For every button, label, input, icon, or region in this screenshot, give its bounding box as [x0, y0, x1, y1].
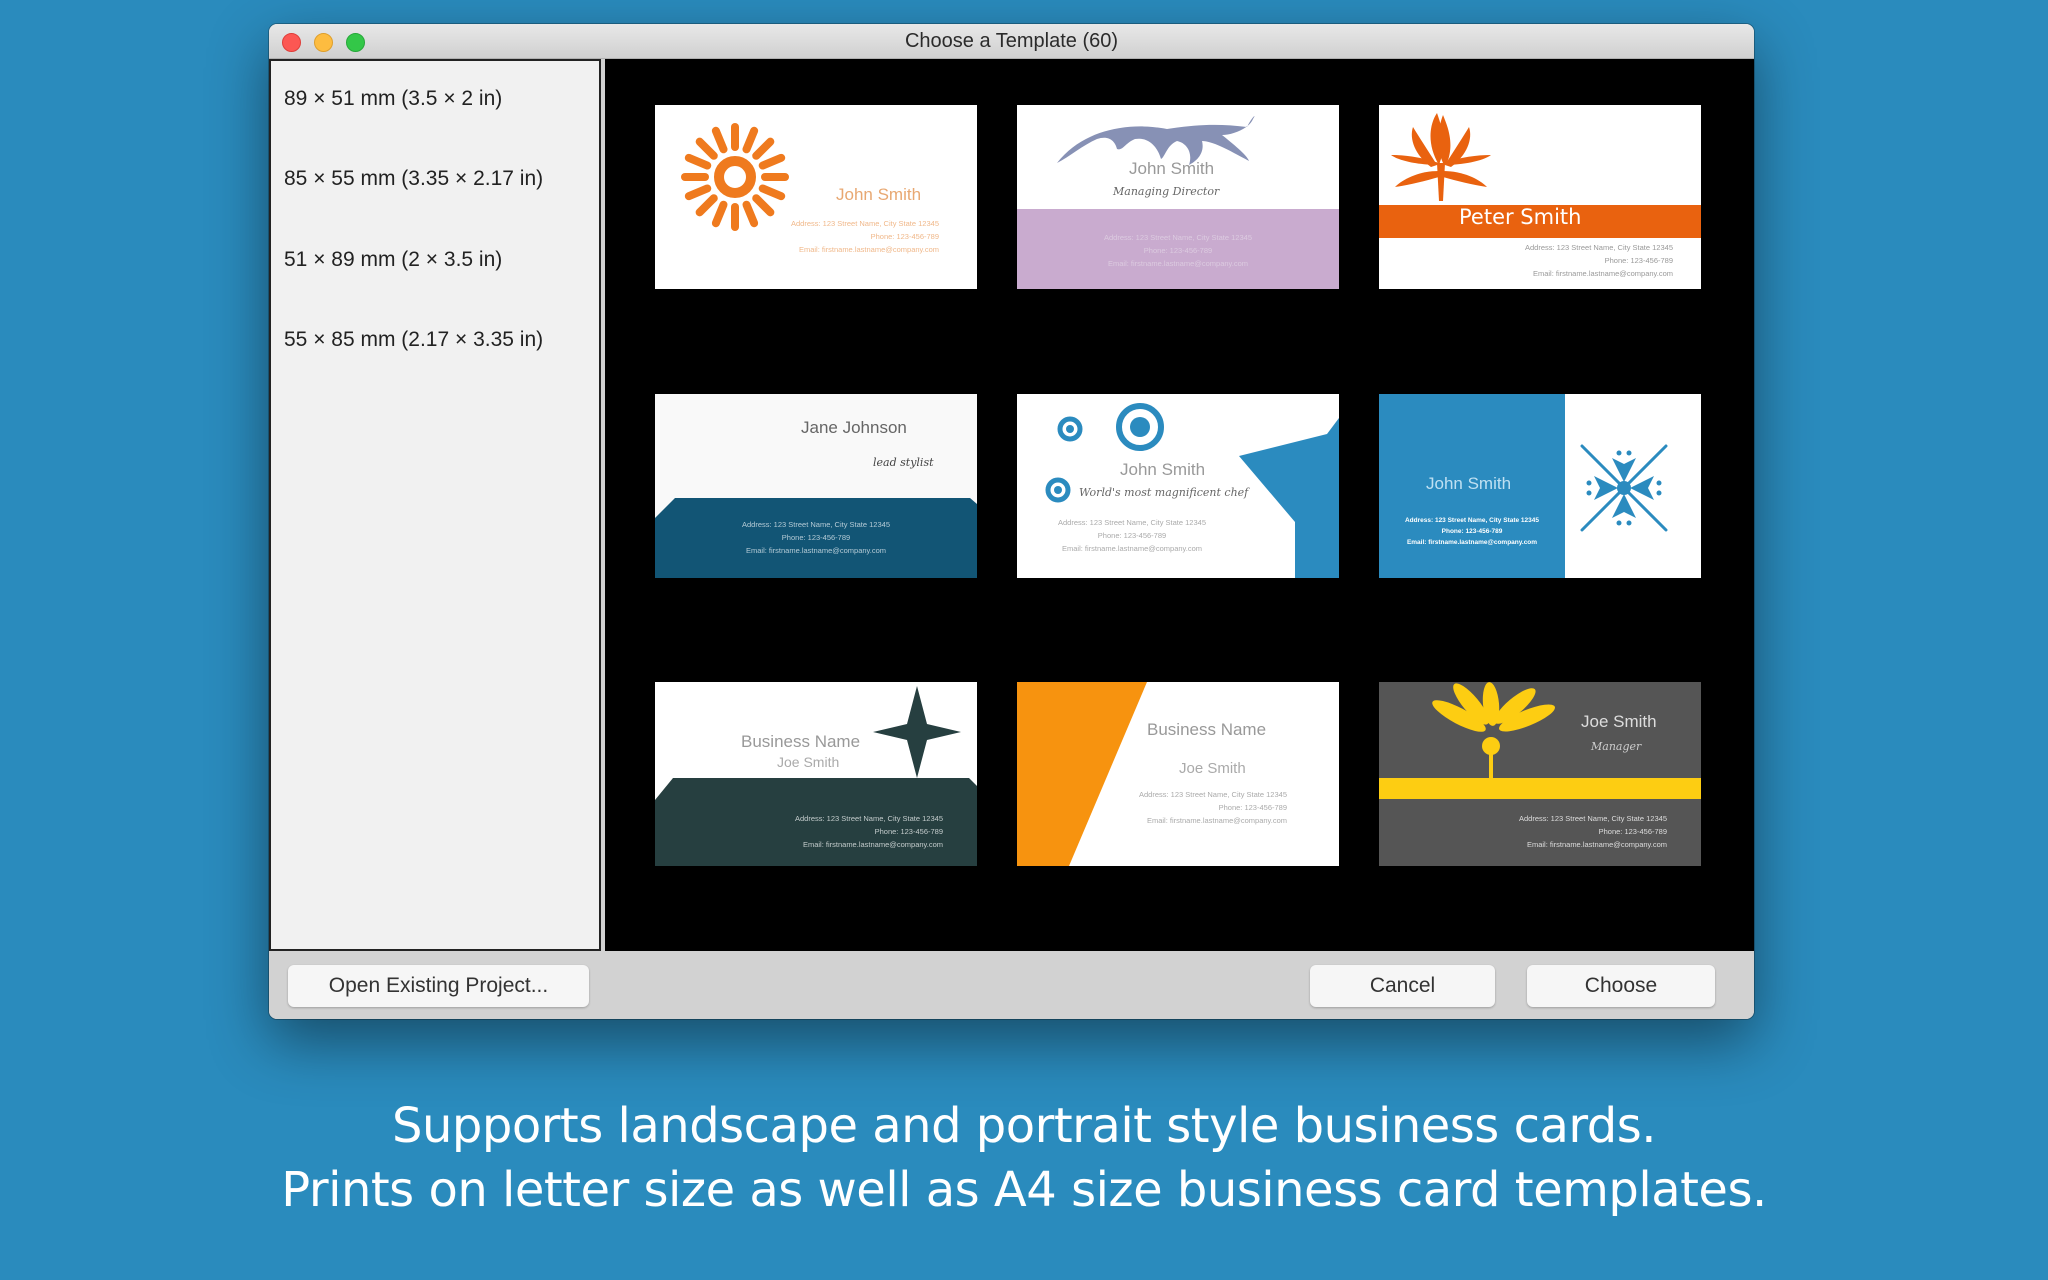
card-address: Address: 123 Street Name, City State 123…: [1058, 518, 1206, 527]
open-existing-project-button[interactable]: Open Existing Project...: [288, 965, 589, 1007]
card-name: Business Name: [1147, 720, 1267, 739]
card-address: Address: 123 Street Name, City State 123…: [1525, 243, 1673, 252]
title-bar: Choose a Template (60): [269, 24, 1754, 59]
card-contact: Address: 123 Street Name, City State 123…: [1139, 788, 1287, 827]
card-address: Address: 123 Street Name, City State 123…: [1104, 233, 1252, 242]
template-card[interactable]: Peter Smith Address: 123 Street Name, Ci…: [1379, 105, 1701, 289]
template-chooser-window: Choose a Template (60) 89 × 51 mm (3.5 ×…: [269, 24, 1754, 1019]
card-title: Managing Director: [1113, 185, 1220, 198]
template-card[interactable]: Jane Johnson lead stylist Address: 123 S…: [655, 394, 977, 578]
card-phone: Phone: 123-456-789: [1218, 803, 1287, 812]
card-name: John Smith: [1129, 159, 1215, 178]
card-title: lead stylist: [873, 456, 934, 469]
caption-line-2: Prints on letter size as well as A4 size…: [281, 1162, 1767, 1218]
template-card[interactable]: John Smith Address: 123 Street Name, Cit…: [655, 105, 977, 289]
sun-icon: [681, 123, 789, 231]
card-contact: Address: 123 Street Name, City State 123…: [1379, 515, 1565, 548]
card-title: Joe Smith: [777, 754, 840, 770]
card-name: John Smith: [1120, 460, 1206, 479]
card-address: Address: 123 Street Name, City State 123…: [1404, 517, 1540, 524]
choose-button[interactable]: Choose: [1527, 965, 1715, 1007]
cancel-button[interactable]: Cancel: [1310, 965, 1495, 1007]
template-card[interactable]: Business Name Joe Smith Address: 123 Str…: [1017, 682, 1339, 866]
card-title: Manager: [1591, 740, 1642, 753]
card-name: Peter Smith: [1459, 205, 1582, 229]
card-address: Address: 123 Street Name, City State 123…: [742, 520, 890, 529]
card-email: Email: firstname.lastname@company.com: [1107, 259, 1249, 268]
card-address: Address: 123 Street Name, City State 123…: [791, 219, 939, 228]
card-phone: Phone: 123-456-789: [1598, 827, 1667, 836]
card-phone: Phone: 123-456-789: [1441, 528, 1503, 535]
card-email: Email: firstname.lastname@company.com: [1532, 269, 1673, 278]
card-name: John Smith: [836, 185, 922, 204]
template-card[interactable]: Business Name Joe Smith Address: 123 Str…: [655, 682, 977, 866]
card-phone: Phone: 123-456-789: [1604, 256, 1673, 265]
card-phone: Phone: 123-456-789: [1143, 246, 1213, 255]
card-title: World's most magnificent chef: [1079, 486, 1249, 499]
card-phone: Phone: 123-456-789: [870, 232, 939, 241]
card-contact: Address: 123 Street Name, City State 123…: [1017, 231, 1339, 270]
card-phone: Phone: 123-456-789: [781, 533, 851, 542]
card-email: Email: firstname.lastname@company.com: [1406, 539, 1538, 546]
size-item[interactable]: 89 × 51 mm (3.5 × 2 in): [284, 87, 502, 111]
card-phone: Phone: 123-456-789: [1097, 531, 1167, 540]
template-card[interactable]: John Smith Address: 123 Street Name, Cit…: [1379, 394, 1701, 578]
card-contact: Address: 123 Street Name, City State 123…: [1017, 516, 1247, 555]
window-title: Choose a Template (60): [904, 30, 1119, 52]
card-email: Email: firstname.lastname@company.com: [1146, 816, 1287, 825]
card-phone: Phone: 123-456-789: [874, 827, 943, 836]
card-email: Email: firstname.lastname@company.com: [802, 840, 943, 849]
card-name: Business Name: [741, 732, 861, 751]
card-name: John Smith: [1426, 474, 1512, 493]
card-title: Joe Smith: [1179, 760, 1246, 777]
template-card[interactable]: John Smith World's most magnificent chef…: [1017, 394, 1339, 578]
card-contact: Address: 123 Street Name, City State 123…: [1525, 241, 1673, 280]
card-contact: Address: 123 Street Name, City State 123…: [795, 812, 943, 851]
caption-line-1: Supports landscape and portrait style bu…: [392, 1098, 1657, 1154]
card-email: Email: firstname.lastname@company.com: [798, 245, 939, 254]
card-contact: Address: 123 Street Name, City State 123…: [655, 518, 977, 557]
template-card[interactable]: Joe Smith Manager Address: 123 Street Na…: [1379, 682, 1701, 866]
size-item[interactable]: 55 × 85 mm (2.17 × 3.35 in): [284, 328, 543, 352]
size-item[interactable]: 51 × 89 mm (2 × 3.5 in): [284, 248, 502, 272]
card-background: [1017, 682, 1147, 866]
template-card[interactable]: John Smith Managing Director Address: 12…: [1017, 105, 1339, 289]
dialog-footer: Open Existing Project... Cancel Choose: [269, 951, 1754, 1019]
card-name: Jane Johnson: [801, 418, 907, 437]
card-address: Address: 123 Street Name, City State 123…: [795, 814, 943, 823]
card-email: Email: firstname.lastname@company.com: [1526, 840, 1667, 849]
size-item[interactable]: 85 × 55 mm (3.35 × 2.17 in): [284, 167, 543, 191]
card-size-list: 89 × 51 mm (3.5 × 2 in) 85 × 55 mm (3.35…: [269, 59, 601, 951]
template-gallery: John Smith Address: 123 Street Name, Cit…: [605, 59, 1754, 951]
card-email: Email: firstname.lastname@company.com: [745, 546, 887, 555]
card-address: Address: 123 Street Name, City State 123…: [1139, 790, 1287, 799]
card-address: Address: 123 Street Name, City State 123…: [1519, 814, 1667, 823]
card-email: Email: firstname.lastname@company.com: [1061, 544, 1203, 553]
card-name: Joe Smith: [1581, 712, 1657, 731]
card-contact: Address: 123 Street Name, City State 123…: [791, 217, 939, 256]
card-contact: Address: 123 Street Name, City State 123…: [1519, 812, 1667, 851]
